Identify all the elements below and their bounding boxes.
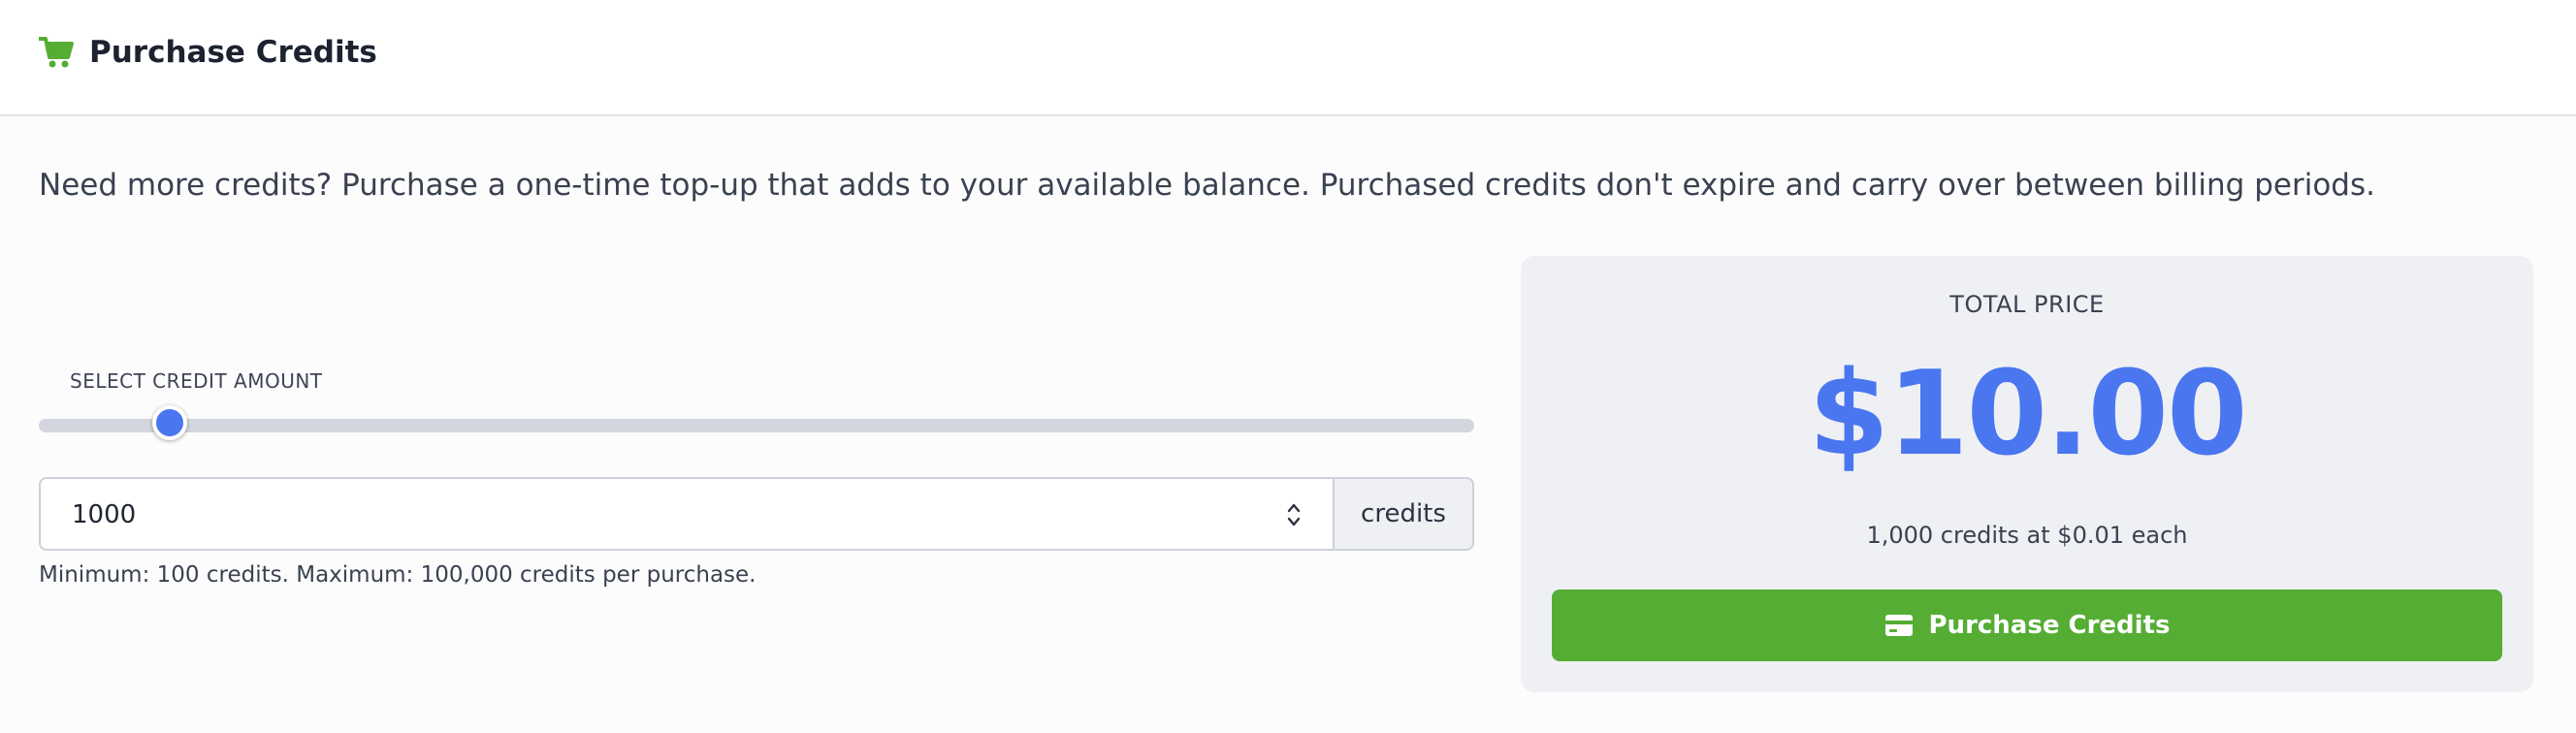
slider-label: SELECT CREDIT AMOUNT <box>70 369 323 393</box>
credit-amount-slider[interactable] <box>39 405 1474 440</box>
purchase-button-label: Purchase Credits <box>1928 611 2171 640</box>
credit-card-icon <box>1884 615 1913 636</box>
amount-helper-text: Minimum: 100 credits. Maximum: 100,000 c… <box>39 562 757 588</box>
card-header: Purchase Credits <box>0 0 2576 116</box>
purchase-credits-button[interactable]: Purchase Credits <box>1552 590 2502 661</box>
total-price-label: TOTAL PRICE <box>1949 291 2105 318</box>
slider-thumb[interactable] <box>151 405 187 440</box>
shopping-cart-icon <box>39 37 74 68</box>
credit-amount-input[interactable]: 1000 <box>39 477 1335 551</box>
page-title: Purchase Credits <box>89 35 377 70</box>
number-spinner-icon[interactable] <box>1284 496 1304 533</box>
price-summary-panel: TOTAL PRICE $10.00 1,000 credits at $0.0… <box>1521 256 2533 692</box>
total-price-amount: $10.00 <box>1808 347 2247 482</box>
credits-unit-addon: credits <box>1335 477 1474 551</box>
price-detail: 1,000 credits at $0.01 each <box>1866 522 2188 549</box>
description-text: Need more credits? Purchase a one-time t… <box>39 168 2375 203</box>
credit-amount-value: 1000 <box>72 500 137 529</box>
credit-amount-input-group: 1000 credits <box>39 477 1474 551</box>
